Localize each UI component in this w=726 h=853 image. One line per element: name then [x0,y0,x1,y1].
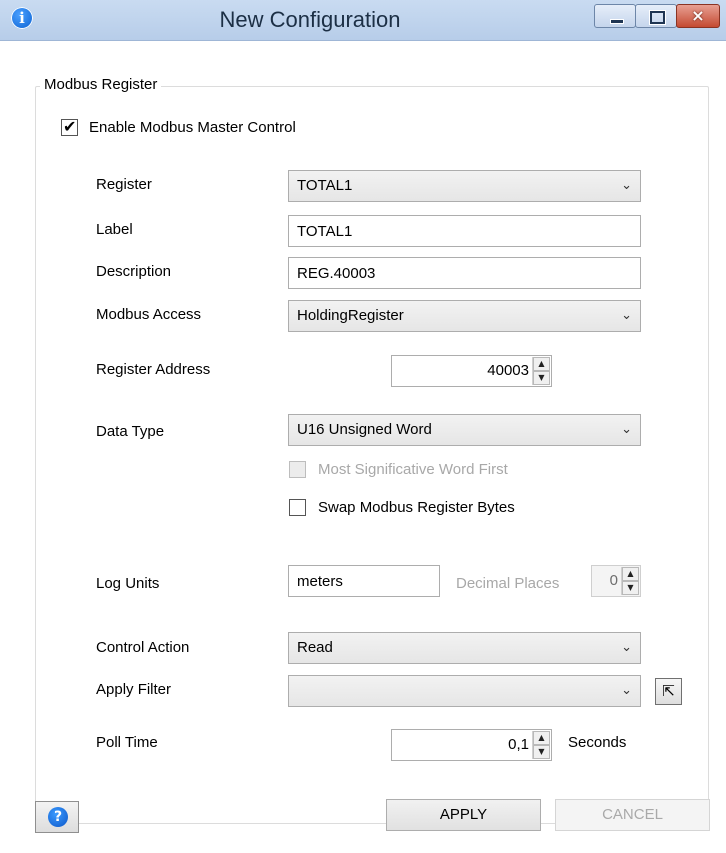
modbus-access-value: HoldingRegister [297,307,404,324]
description-input[interactable] [289,258,640,288]
swap-bytes-label: Swap Modbus Register Bytes [318,499,515,516]
control-action-value: Read [297,639,333,656]
cancel-button[interactable]: CANCEL [555,799,710,831]
label-label: Label [96,221,133,238]
minimize-icon [610,19,624,24]
poll-time-spinner[interactable]: 0,1 ▲ ▼ [391,729,552,761]
log-units-label: Log Units [96,575,160,592]
decimal-places-label: Decimal Places [456,575,560,592]
msw-first-checkbox[interactable] [289,461,306,478]
spin-up-icon[interactable]: ▲ [533,357,550,371]
modbus-access-select[interactable]: HoldingRegister ⌄ [288,300,641,332]
decimal-places-spinner[interactable]: 0 ▲ ▼ [591,565,641,597]
spinner-arrows: ▲ ▼ [532,357,550,385]
minimize-button[interactable] [594,4,636,28]
data-type-label: Data Type [96,423,165,440]
poll-time-label: Poll Time [96,734,158,751]
close-icon: × [691,6,705,25]
poll-time-unit: Seconds [568,734,627,751]
apply-filter-select[interactable]: ⌄ [288,675,641,707]
msw-first-label: Most Significative Word First [318,461,508,478]
title-bar[interactable]: i New Configuration × [0,0,726,41]
maximize-button[interactable] [635,4,677,28]
apply-filter-label: Apply Filter [96,681,172,698]
data-type-select[interactable]: U16 Unsigned Word ⌄ [288,414,641,446]
spin-down-icon[interactable]: ▼ [533,371,550,385]
new-configuration-window: i New Configuration × Modbus Register ✔ … [0,0,726,853]
decimal-places-value: 0 [609,572,618,589]
enable-master-label: Enable Modbus Master Control [89,119,296,136]
dialog-client-area: Modbus Register ✔ Enable Modbus Master C… [0,41,726,853]
log-units-input-box [288,565,440,597]
spinner-arrows: ▲ ▼ [532,731,550,759]
label-input[interactable] [289,216,640,246]
chevron-down-icon: ⌄ [621,308,632,323]
swap-bytes-checkbox[interactable] [289,499,306,516]
checkmark-icon: ✔ [63,117,77,136]
spin-up-icon[interactable]: ▲ [622,567,639,581]
data-type-value: U16 Unsigned Word [297,421,432,438]
spinner-arrows: ▲ ▼ [621,567,639,595]
popout-arrow-icon: ⇱ [662,682,675,700]
register-address-label: Register Address [96,361,211,378]
maximize-icon [650,11,665,24]
spin-down-icon[interactable]: ▼ [622,581,639,595]
chevron-down-icon: ⌄ [621,422,632,437]
chevron-down-icon: ⌄ [621,683,632,698]
spin-down-icon[interactable]: ▼ [533,745,550,759]
window-title: New Configuration [219,7,401,32]
poll-time-value: 0,1 [508,736,529,753]
help-button[interactable]: ? [35,801,79,833]
modbus-access-label: Modbus Access [96,306,202,323]
popout-button[interactable]: ⇱ [655,678,682,705]
control-action-select[interactable]: Read ⌄ [288,632,641,664]
description-label: Description [96,263,172,280]
group-title: Modbus Register [40,76,162,93]
chevron-down-icon: ⌄ [621,178,632,193]
register-address-spinner[interactable]: 40003 ▲ ▼ [391,355,552,387]
log-units-input[interactable] [289,566,439,596]
control-action-label: Control Action [96,639,190,656]
chevron-down-icon: ⌄ [621,640,632,655]
spin-up-icon[interactable]: ▲ [533,731,550,745]
register-label: Register [96,176,152,193]
enable-master-checkbox[interactable]: ✔ [61,117,78,136]
help-icon: ? [48,807,68,827]
register-select[interactable]: TOTAL1 ⌄ [288,170,641,202]
description-input-box [288,257,641,289]
register-address-value: 40003 [487,362,529,379]
label-input-box [288,215,641,247]
register-value: TOTAL1 [297,177,353,194]
window-controls: × [594,4,720,30]
apply-button[interactable]: APPLY [386,799,541,831]
close-button[interactable]: × [676,4,720,28]
